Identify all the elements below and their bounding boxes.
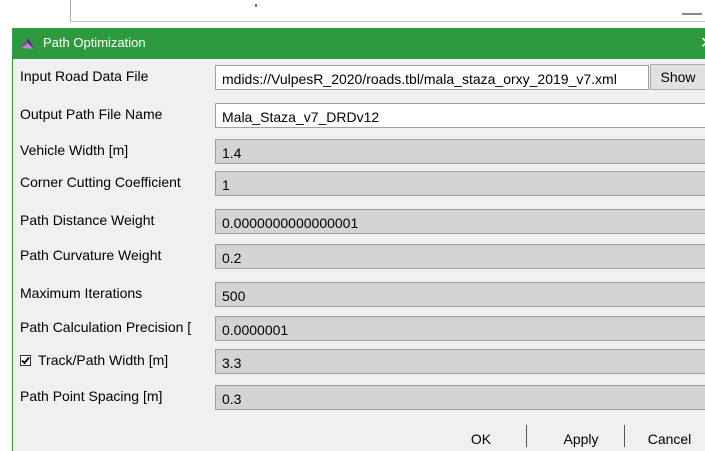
field-label: Path Calculation Precision [: [20, 319, 192, 335]
app-icon: [19, 35, 36, 52]
field-row-path-distance-weight: Path Distance Weight 0.0000000000000001: [13, 205, 705, 237]
dialog-titlebar[interactable]: Path Optimization ✕: [12, 28, 705, 59]
path-calculation-precision-input[interactable]: 0.0000001: [215, 316, 705, 341]
field-row-input-road-data-file: Input Road Data File mdids://VulpesR_202…: [13, 61, 705, 93]
button-separator: [526, 425, 527, 447]
field-label: Path Point Spacing [m]: [20, 388, 163, 404]
field-row-maximum-iterations: Maximum Iterations 500: [13, 278, 705, 310]
field-label: Vehicle Width [m]: [20, 142, 129, 158]
background-mark: [255, 4, 257, 7]
maximum-iterations-input[interactable]: 500: [215, 282, 705, 307]
field-row-corner-cutting-coefficient: Corner Cutting Coefficient 1: [13, 167, 705, 199]
field-row-vehicle-width: Vehicle Width [m] 1.4: [13, 135, 705, 167]
field-row-path-calculation-precision: Path Calculation Precision [ 0.0000001: [13, 312, 705, 344]
show-button[interactable]: Show: [650, 64, 705, 90]
track-path-width-input[interactable]: 3.3: [215, 349, 705, 374]
ok-button[interactable]: OK: [453, 425, 509, 451]
field-label: Maximum Iterations: [20, 285, 143, 301]
track-path-width-checkbox[interactable]: [20, 355, 31, 366]
path-point-spacing-input[interactable]: 0.3: [215, 385, 705, 410]
field-row-path-point-spacing: Path Point Spacing [m] 0.3: [13, 381, 705, 413]
close-icon[interactable]: ✕: [700, 33, 705, 53]
path-curvature-weight-input[interactable]: 0.2: [215, 244, 705, 269]
field-label: Input Road Data File: [20, 68, 149, 84]
path-distance-weight-input[interactable]: 0.0000000000000001: [215, 209, 705, 234]
background-divider: [70, 21, 705, 22]
input-road-data-file-input[interactable]: mdids://VulpesR_2020/roads.tbl/mala_staz…: [215, 65, 649, 90]
button-separator: [624, 425, 625, 447]
apply-button[interactable]: Apply: [541, 425, 621, 451]
field-label: Output Path File Name: [20, 106, 163, 122]
path-optimization-dialog: Input Road Data File mdids://VulpesR_202…: [12, 59, 705, 451]
dialog-title: Path Optimization: [43, 35, 146, 50]
field-row-track-path-width: Track/Path Width [m] 3.3: [13, 345, 705, 377]
field-row-output-path-file-name: Output Path File Name Mala_Staza_v7_DRDv…: [13, 99, 705, 131]
background-divider: [70, 0, 71, 22]
field-label: Path Curvature Weight: [20, 247, 162, 263]
vehicle-width-input[interactable]: 1.4: [215, 139, 705, 164]
background-minimize-mark: [682, 13, 702, 15]
field-label: Path Distance Weight: [20, 212, 155, 228]
output-path-file-name-input[interactable]: Mala_Staza_v7_DRDv12: [215, 103, 705, 128]
field-label: Track/Path Width [m]: [38, 352, 169, 368]
corner-cutting-coefficient-input[interactable]: 1: [215, 171, 705, 196]
background-window-strip: [0, 0, 705, 28]
checkbox-checked-icon: [21, 356, 30, 365]
field-label: Corner Cutting Coefficient: [20, 174, 181, 190]
field-row-path-curvature-weight: Path Curvature Weight 0.2: [13, 240, 705, 272]
cancel-button[interactable]: Cancel: [633, 425, 705, 451]
